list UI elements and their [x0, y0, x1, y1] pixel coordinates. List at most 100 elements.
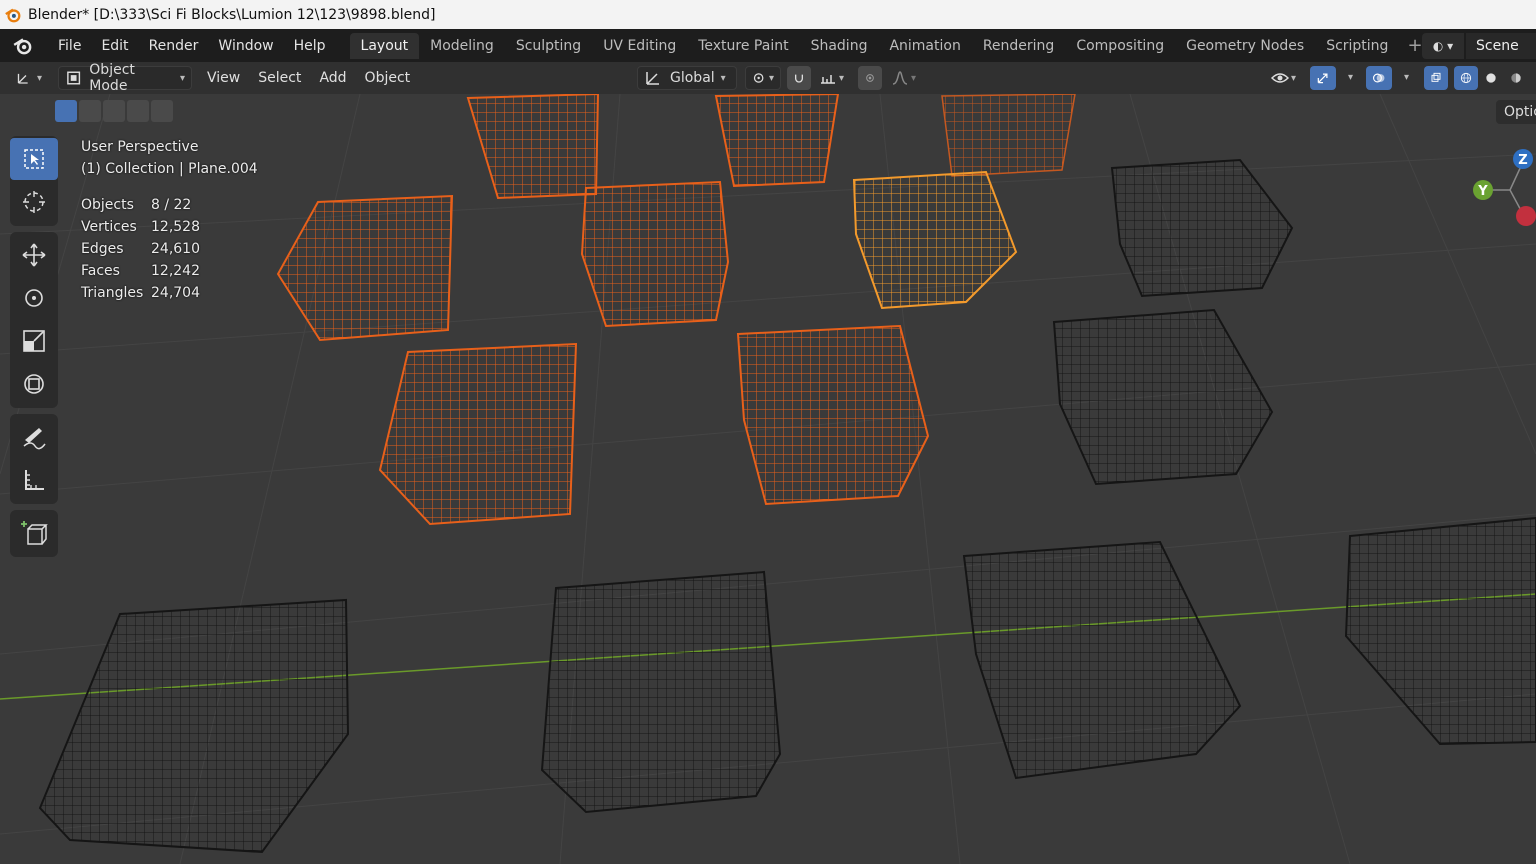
gizmo-toggle[interactable] [1310, 66, 1336, 90]
header-menu-select[interactable]: Select [249, 70, 310, 86]
shading-solid-button[interactable] [1479, 66, 1503, 90]
snap-target-button[interactable]: ▾ [813, 66, 853, 90]
snap-toggle[interactable] [787, 66, 811, 90]
transform-orientation-label: Global [670, 70, 715, 86]
transform-orientation-selector[interactable]: Global ▾ [637, 66, 737, 90]
eye-icon [1271, 73, 1289, 83]
view-name: User Perspective [81, 139, 199, 155]
proportional-editing-toggle[interactable] [858, 66, 882, 90]
active-object[interactable] [852, 170, 1018, 310]
stat-row: Edges 24,610 [81, 238, 258, 260]
overlay-toggle[interactable] [1366, 66, 1392, 90]
tool-shelf [10, 136, 58, 563]
wireframe-sphere-icon [1460, 72, 1472, 84]
mode-selector[interactable]: Object Mode ▾ [58, 62, 192, 94]
window-title: Blender* [D:\333\Sci Fi Blocks\Lumion 12… [28, 6, 436, 23]
add-cube-tool[interactable] [10, 512, 58, 554]
ruler-icon [25, 470, 44, 490]
editor-type-button[interactable]: ▾ [10, 66, 48, 90]
y-axis-label: Y [1477, 184, 1488, 199]
solid-sphere-icon [1486, 73, 1496, 83]
mode-label: Object Mode [89, 62, 135, 94]
header-menu-add[interactable]: Add [310, 70, 355, 86]
3d-viewport[interactable]: User Perspective (1) Collection | Plane.… [0, 94, 1536, 864]
select-intersect-icon[interactable] [151, 100, 173, 122]
stat-value: 12,528 [151, 219, 200, 235]
stat-label: Objects [81, 197, 134, 213]
context-label: (1) Collection | Plane.004 [81, 161, 258, 177]
orientation-icon [646, 72, 659, 85]
stat-value: 8 / 22 [151, 197, 192, 213]
navigation-gizmo[interactable]: Z Y [1470, 144, 1536, 234]
xray-toggle[interactable] [1424, 66, 1448, 90]
add-cube-icon [21, 521, 48, 545]
viewport-header: ▾ Object Mode ▾ View Select Add Object Gl… [0, 62, 1536, 94]
unselected-objects[interactable] [38, 158, 1536, 854]
overlay-dropdown-icon[interactable]: ▾ [1404, 72, 1409, 83]
select-subtract-icon[interactable] [103, 100, 125, 122]
window-title-bar: Blender* [D:\333\Sci Fi Blocks\Lumion 12… [0, 0, 1536, 29]
cursor-tool[interactable] [10, 181, 58, 223]
move-tool[interactable] [10, 234, 58, 276]
shading-material-button[interactable] [1504, 66, 1528, 90]
tab-sculpting[interactable]: Sculpting [505, 33, 592, 59]
options-button[interactable]: Optic [1496, 100, 1536, 124]
header-menu-object[interactable]: Object [356, 70, 420, 86]
tab-shading[interactable]: Shading [800, 33, 879, 59]
snap-increment-icon [821, 75, 835, 84]
tab-modeling[interactable]: Modeling [419, 33, 505, 59]
scene-selector[interactable]: ◐ ▾ Scene [1422, 32, 1536, 59]
tab-compositing[interactable]: Compositing [1065, 33, 1175, 59]
menu-help[interactable]: Help [284, 38, 336, 54]
menu-file[interactable]: File [48, 38, 91, 54]
tab-texture-paint[interactable]: Texture Paint [687, 33, 799, 59]
select-difference-icon[interactable] [127, 100, 149, 122]
selected-objects[interactable] [276, 94, 1076, 526]
menu-window[interactable]: Window [208, 38, 283, 54]
measure-tool[interactable] [10, 459, 58, 501]
gizmo-dropdown-icon[interactable]: ▾ [1348, 72, 1353, 83]
stat-label: Triangles [81, 285, 144, 301]
blender-menu-icon[interactable] [12, 35, 34, 57]
object-mode-icon [67, 71, 81, 85]
pivot-point-button[interactable]: ▾ [745, 66, 781, 90]
proportional-icon [866, 74, 874, 82]
tab-animation[interactable]: Animation [878, 33, 971, 59]
pivot-icon [753, 73, 764, 83]
top-bar: File Edit Render Window Help Layout Mode… [0, 29, 1536, 62]
tab-uv-editing[interactable]: UV Editing [592, 33, 687, 59]
stat-row: Objects 8 / 22 [81, 194, 258, 216]
menu-render[interactable]: Render [139, 38, 209, 54]
magnet-icon [795, 74, 803, 83]
tab-scripting[interactable]: Scripting [1315, 33, 1399, 59]
select-new-icon[interactable] [55, 100, 77, 122]
stat-row: Faces 12,242 [81, 260, 258, 282]
select-extend-icon[interactable] [79, 100, 101, 122]
z-axis-label: Z [1518, 153, 1527, 168]
menu-edit[interactable]: Edit [91, 38, 138, 54]
scale-tool[interactable] [10, 320, 58, 362]
stat-value: 24,704 [151, 285, 200, 301]
visibility-button[interactable]: ▾ [1265, 66, 1305, 90]
rotate-tool[interactable] [10, 277, 58, 319]
transform-tool[interactable] [10, 363, 58, 405]
shading-rendered-button[interactable] [1528, 66, 1536, 90]
axis-icon [17, 73, 28, 84]
annotate-tool[interactable] [10, 416, 58, 458]
stat-row: Vertices 12,528 [81, 216, 258, 238]
tab-layout[interactable]: Layout [349, 32, 420, 59]
scene-name[interactable]: Scene [1466, 32, 1536, 59]
tab-rendering[interactable]: Rendering [972, 33, 1066, 59]
proportional-falloff-button[interactable]: ▾ [885, 66, 923, 90]
x-axis-handle[interactable] [1516, 206, 1536, 226]
scene-icon[interactable]: ◐ ▾ [1422, 32, 1464, 59]
stat-value: 24,610 [151, 241, 200, 257]
header-menu-view[interactable]: View [198, 70, 249, 86]
selection-mode-buttons [55, 100, 173, 122]
move-arrows-icon [22, 243, 46, 267]
select-box-tool[interactable] [10, 138, 58, 180]
tab-geometry-nodes[interactable]: Geometry Nodes [1175, 33, 1315, 59]
shading-wireframe-button[interactable] [1454, 66, 1478, 90]
3d-cursor-icon [23, 191, 45, 213]
gizmo-arrows-icon [1317, 73, 1328, 84]
